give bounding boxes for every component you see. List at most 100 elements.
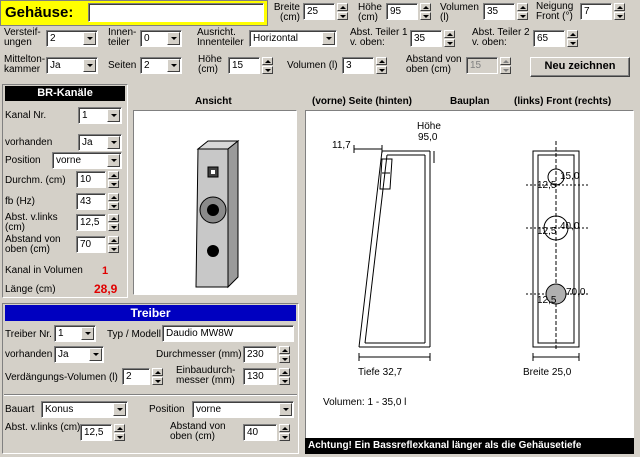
treiber-einbau-label: Einbaudurch-messer (mm) [176,365,236,386]
treiber-bauart-select[interactable]: Konus [41,401,128,418]
treiber-modell-field[interactable]: Daudio MW8W [162,325,294,342]
seiten-value: 2 [144,60,150,71]
plan-volumen: Volumen: 1 - 35,0 l [323,397,407,408]
br-abst-oben-field[interactable]: 70 [76,236,106,253]
treiber-vorhanden-value: Ja [58,349,69,360]
teiler2-spinner[interactable] [567,30,578,47]
br-vorhanden-select[interactable]: Ja [78,134,122,151]
teiler2-field[interactable]: 65 [533,30,565,47]
hoehe-spinner[interactable] [420,3,431,20]
versteifungen-select[interactable]: 2 [46,30,98,47]
front-header: (links) Front (rechts) [514,96,612,107]
br-abst-oben-spinner[interactable] [108,236,119,253]
ansicht-header: Ansicht [195,96,232,107]
treiber-abst-links-field[interactable]: 12,5 [80,424,112,441]
treiber-abst-links-spinner[interactable] [114,424,125,441]
br-position-value: vorne [56,155,82,166]
mk-hoehe-label: Höhe (cm) [198,54,222,75]
mittelton-value: Ja [50,60,61,71]
chevron-down-icon [81,327,94,340]
plan-breite: Breite 25,0 [523,367,572,378]
mk-abstand-spinner[interactable] [500,57,511,74]
treiber-abst-oben-label: Abstand von oben (cm) [170,421,226,442]
breite-spinner[interactable] [337,3,348,20]
mittelton-select[interactable]: Ja [46,57,98,74]
treiber-einbau-field[interactable]: 130 [243,368,277,385]
treiber-panel-header: Treiber [5,305,296,321]
plan-m2-left: 12,5 [537,226,557,237]
treiber-durchmesser-spinner[interactable] [279,346,290,363]
br-position-select[interactable]: vorne [52,152,122,169]
br-laenge-label: Länge (cm) [5,284,56,295]
treiber-verdraengung-label: Verdängungs-Volumen (l) [5,372,118,383]
plan-m1-left: 12,5 [537,180,557,191]
ausricht-value: Horizontal [253,33,299,44]
volumen-spinner[interactable] [517,3,528,20]
br-durchm-field[interactable]: 10 [76,171,106,188]
br-kanal-in-vol-value: 1 [102,265,109,277]
hoehe-field[interactable]: 95 [386,3,418,20]
treiber-durchmesser-field[interactable]: 230 [243,346,277,363]
page-title: Gehäuse: [5,4,74,21]
br-durchm-spinner[interactable] [108,171,119,188]
mk-hoehe-spinner[interactable] [262,57,273,74]
br-kanal-nr-value: 1 [82,110,88,121]
mk-abstand-field[interactable]: 15 [466,57,498,74]
chevron-down-icon [279,403,292,416]
treiber-position-select[interactable]: vorne [192,401,294,418]
treiber-nr-label: Treiber Nr. [5,329,52,340]
treiber-nr-value: 1 [58,328,64,339]
br-kanal-nr-label: Kanal Nr. [5,110,47,121]
br-abst-links-label: Abst. v.links (cm) [5,212,58,233]
chevron-down-icon [322,32,335,45]
treiber-vorhanden-select[interactable]: Ja [54,346,104,363]
treiber-einbau-spinner[interactable] [279,368,290,385]
treiber-abst-oben-spinner[interactable] [279,424,290,441]
br-kanal-in-vol-label: Kanal in Volumen [5,265,83,276]
treiber-verdraengung-spinner[interactable] [152,368,163,385]
ausricht-label: Ausricht. Innenteiler [197,27,244,48]
mk-volumen-field[interactable]: 3 [342,57,374,74]
teiler1-field[interactable]: 35 [410,30,442,47]
innenteiler-select[interactable]: 0 [140,30,182,47]
seiten-select[interactable]: 2 [140,57,182,74]
neigung-label: Neigung Front (°) [536,1,574,22]
neigung-field[interactable]: 7 [580,3,612,20]
treiber-position-value: vorne [196,404,222,415]
hoehe-label: Höhe (cm) [358,2,382,23]
redraw-button[interactable]: Neu zeichnen [530,57,630,77]
treiber-nr-select[interactable]: 1 [54,325,96,342]
br-fb-spinner[interactable] [108,193,119,210]
plan-hoehe-label: Höhe [417,121,441,132]
innenteiler-value: 0 [144,33,150,44]
br-kanal-nr-select[interactable]: 1 [78,107,122,124]
br-vorhanden-value: Ja [82,137,93,148]
breite-field[interactable]: 25 [303,3,335,20]
innenteiler-label: Innen-teiler [108,27,137,48]
br-abst-links-spinner[interactable] [108,214,119,231]
plan-m2-right: 40,0 [560,221,580,232]
teiler2-label: Abst. Teiler 2 v. oben: [472,27,530,48]
chevron-down-icon [107,109,120,122]
br-fb-field[interactable]: 43 [76,193,106,210]
br-abst-links-field[interactable]: 12,5 [76,214,106,231]
teiler1-spinner[interactable] [444,30,455,47]
enclosure-name-input[interactable] [88,3,264,22]
br-position-label: Position [5,155,41,166]
mk-hoehe-field[interactable]: 15 [228,57,260,74]
neigung-spinner[interactable] [614,3,625,20]
volumen-label: Volumen (l) [440,2,479,23]
br-abst-oben-label: Abstand von oben (cm) [5,234,61,255]
mk-abstand-label: Abstand von oben (cm) [406,54,462,75]
mk-volumen-spinner[interactable] [376,57,387,74]
volumen-field[interactable]: 35 [483,3,515,20]
teiler1-label: Abst. Teiler 1 v. oben: [350,27,408,48]
ausricht-select[interactable]: Horizontal [249,30,337,47]
chevron-down-icon [83,59,96,72]
seiten-label: Seiten [108,60,137,71]
treiber-abst-oben-field[interactable]: 40 [243,424,277,441]
treiber-durchmesser-label: Durchmesser (mm) [156,349,242,360]
treiber-verdraengung-field[interactable]: 2 [122,368,150,385]
plan-m3-left: 12,5 [537,295,557,306]
breite-label: Breite (cm) [273,2,300,23]
